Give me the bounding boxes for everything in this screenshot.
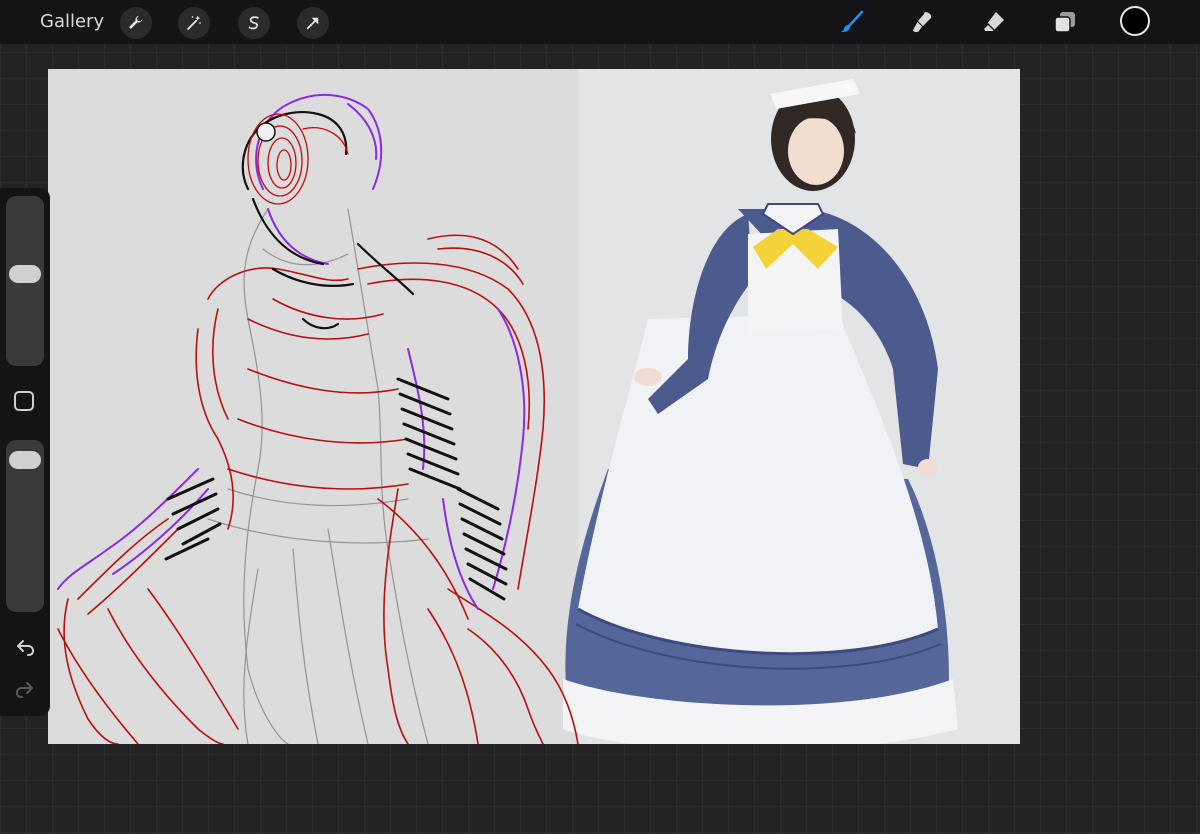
left-sidebar xyxy=(0,188,50,716)
layers-icon[interactable] xyxy=(1049,6,1081,38)
selection-s-icon[interactable] xyxy=(238,7,270,39)
reference-photo xyxy=(563,69,1020,744)
redo-icon[interactable] xyxy=(13,678,37,702)
drawing-canvas[interactable] xyxy=(48,69,1020,744)
opacity-thumb[interactable] xyxy=(9,451,41,470)
sketch-drawing xyxy=(57,93,579,744)
modify-button[interactable] xyxy=(14,391,34,411)
opacity-slider[interactable] xyxy=(6,440,44,612)
brush-size-slider[interactable] xyxy=(6,196,44,366)
smudge-icon[interactable] xyxy=(906,6,938,38)
brush-icon[interactable] xyxy=(836,6,868,38)
undo-icon[interactable] xyxy=(13,636,37,660)
color-swatch[interactable] xyxy=(1120,6,1150,36)
adjustments-magic-wand-icon[interactable] xyxy=(178,7,210,39)
actions-wrench-icon[interactable] xyxy=(120,7,152,39)
brush-size-thumb[interactable] xyxy=(9,264,41,283)
canvas-artwork xyxy=(57,69,1020,744)
eraser-icon[interactable] xyxy=(978,6,1010,38)
top-toolbar: Gallery xyxy=(0,0,1200,44)
gallery-button[interactable]: Gallery xyxy=(40,10,104,34)
transform-arrow-icon[interactable] xyxy=(297,7,329,39)
